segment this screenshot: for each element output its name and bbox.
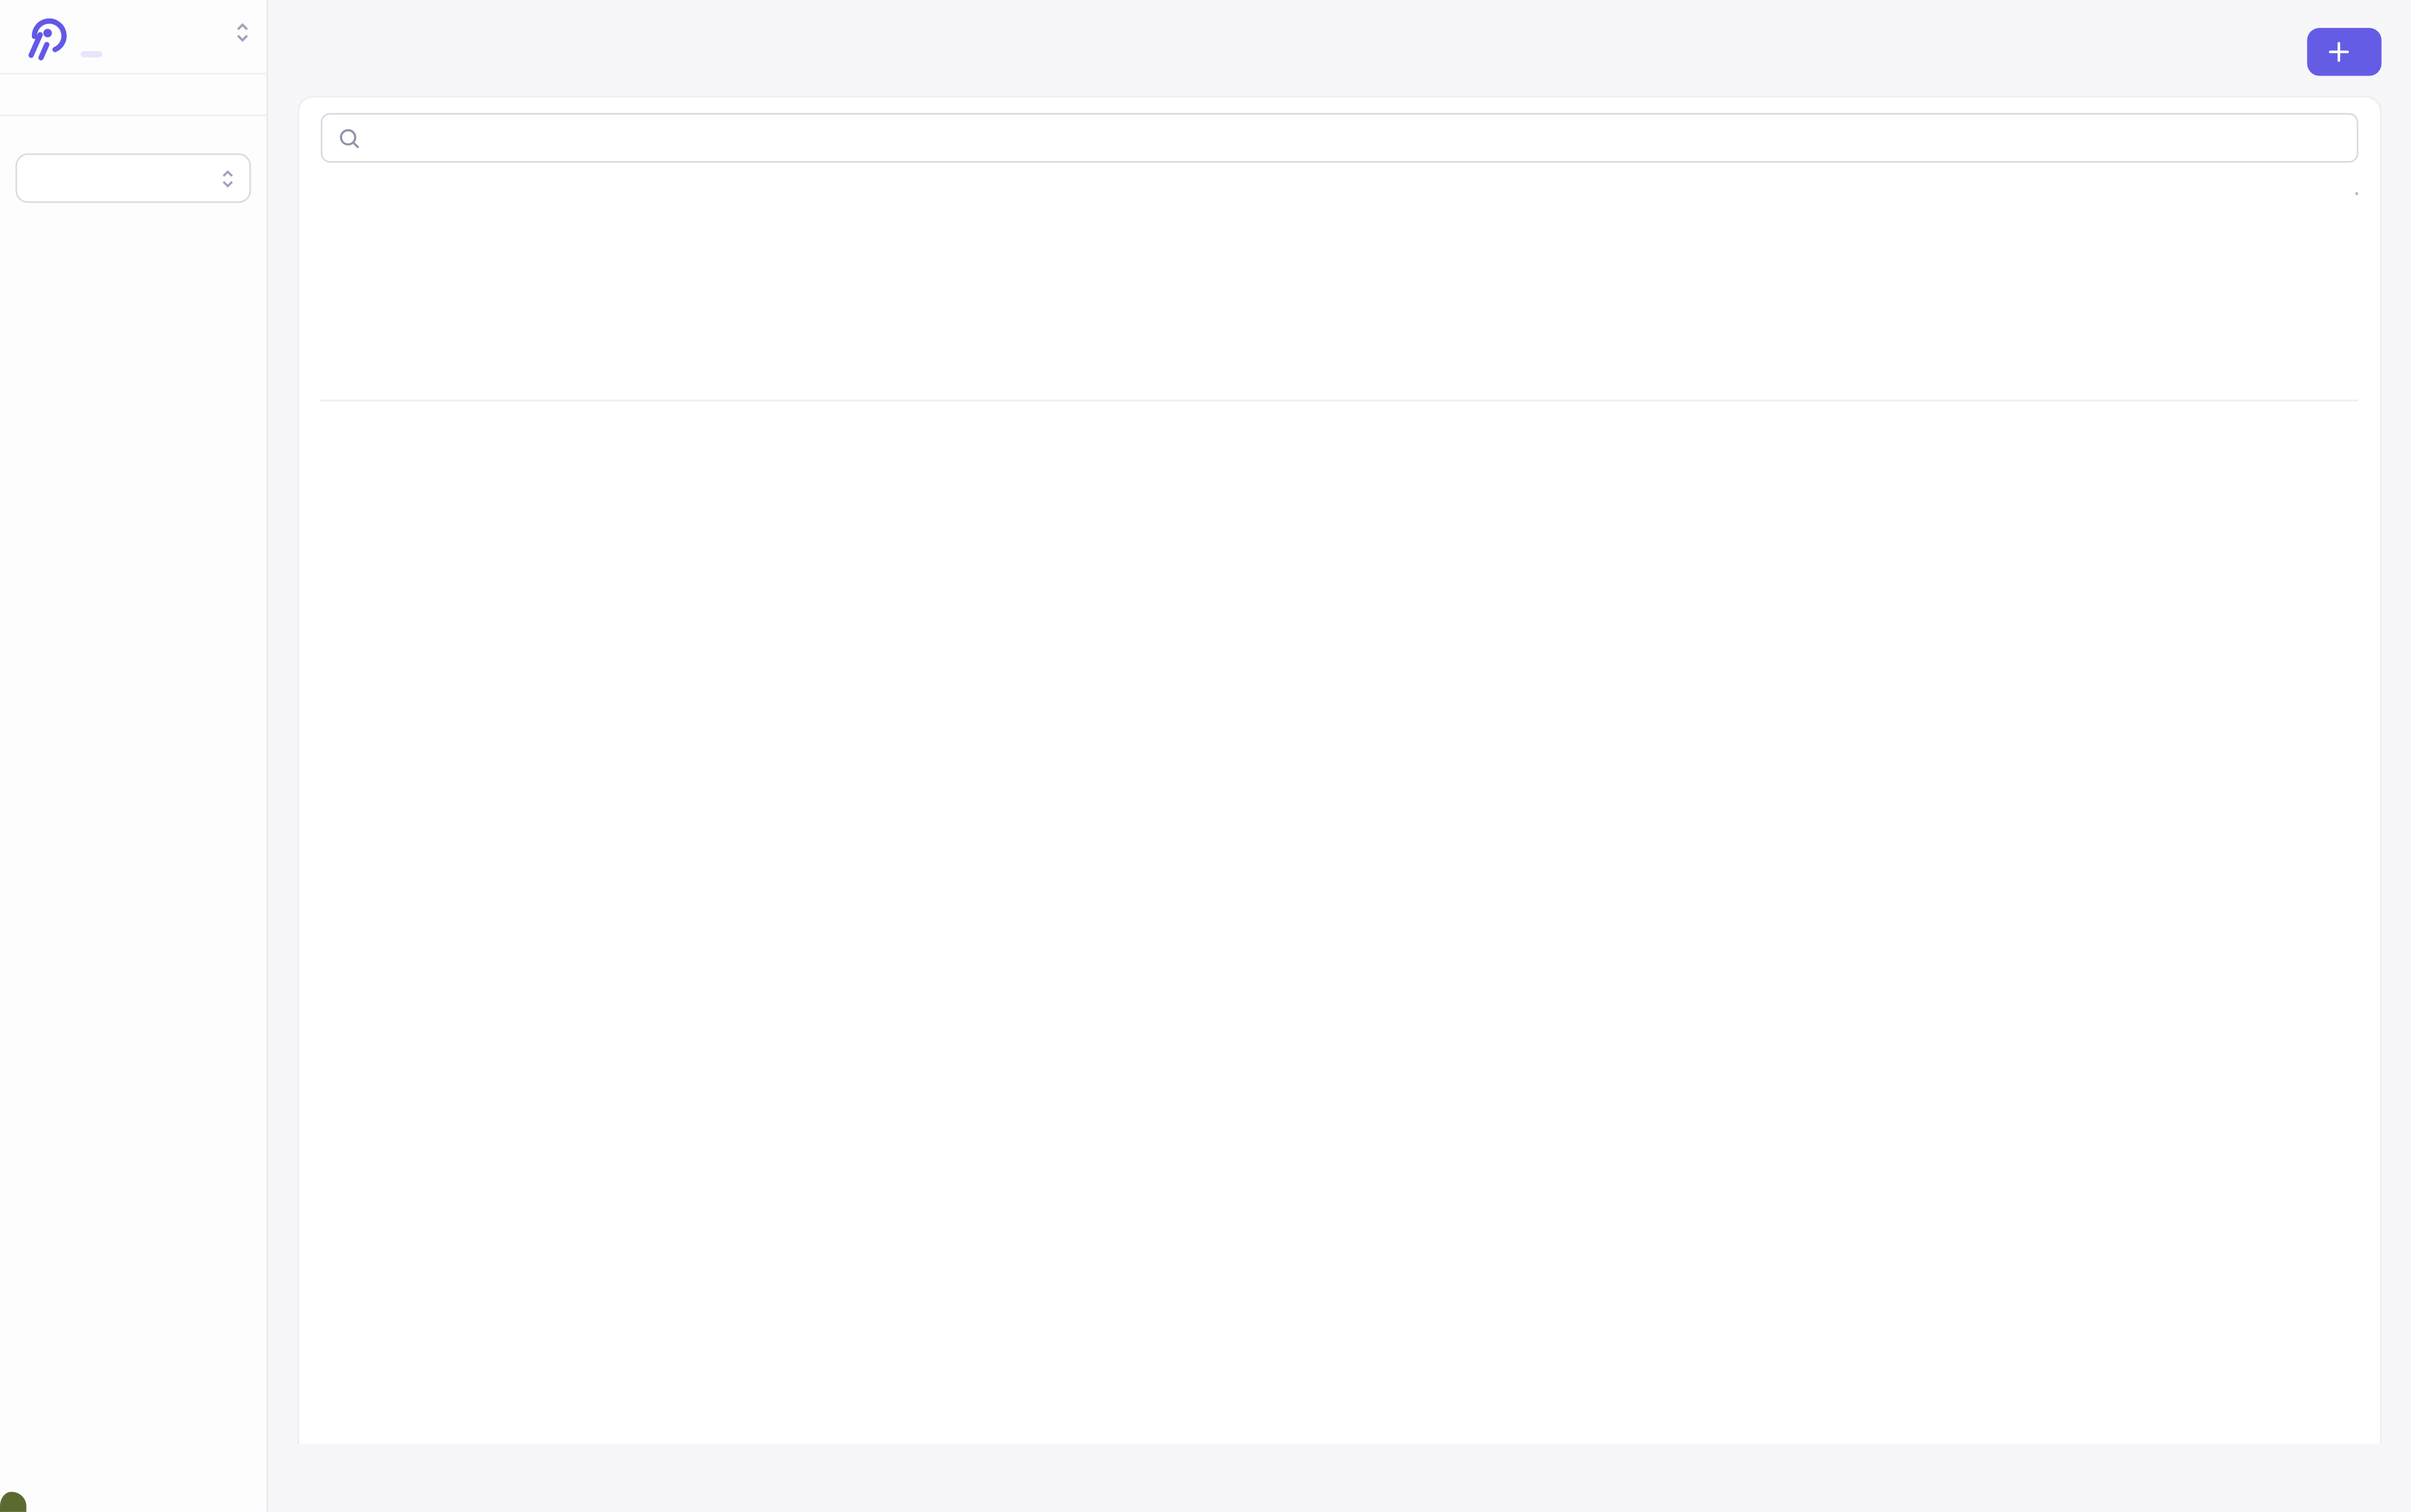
search-icon	[338, 127, 361, 150]
sidebar-organization-section	[0, 74, 266, 105]
connections-panel	[298, 96, 2382, 1444]
new-connection-button[interactable]	[2307, 28, 2381, 76]
time-range-row	[321, 192, 2358, 195]
sidebar-divider	[0, 115, 266, 116]
org-info	[81, 9, 234, 64]
airbyte-logo-icon	[15, 10, 68, 62]
main-content	[268, 0, 2410, 1512]
chevron-updown-icon[interactable]	[234, 22, 251, 51]
org-plan-badge	[81, 50, 103, 56]
app-root	[0, 0, 2411, 1512]
plus-icon	[2329, 42, 2349, 62]
page-header	[298, 25, 2382, 76]
sidebar-footer	[0, 1487, 266, 1511]
search-input[interactable]	[373, 125, 2341, 150]
sidebar	[0, 0, 268, 1512]
sidebar-workspace-section	[0, 125, 266, 218]
workspace-selector[interactable]	[15, 153, 251, 203]
time-range-selector	[2355, 192, 2359, 195]
table-header-row	[321, 362, 2358, 401]
connection-status-summary	[298, 38, 329, 62]
sync-history-chart	[321, 211, 2358, 344]
org-switcher[interactable]	[0, 0, 266, 74]
connections-table	[321, 362, 2358, 401]
search-bar	[321, 113, 2358, 163]
chevron-updown-icon	[220, 168, 235, 188]
